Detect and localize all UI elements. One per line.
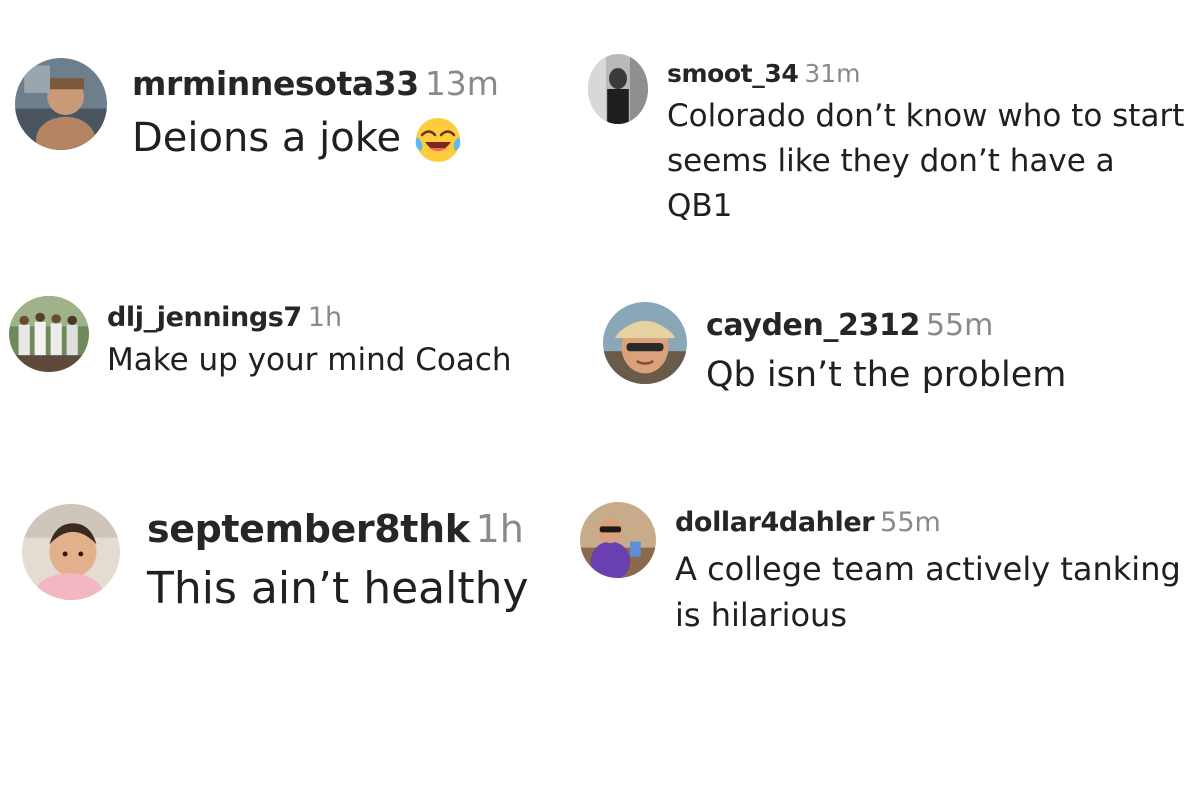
timestamp: 55m <box>880 507 941 538</box>
comment-text: This ain’t healthy <box>147 562 529 614</box>
comment-text: A college team actively tanking is hilar… <box>675 550 1181 635</box>
username[interactable]: cayden_2312 <box>706 308 920 343</box>
username[interactable]: dollar4dahler <box>675 507 875 538</box>
avatar-photo <box>603 302 687 384</box>
avatar[interactable] <box>580 502 656 578</box>
avatar[interactable] <box>15 58 107 150</box>
face-with-tears-of-joy-icon <box>413 115 463 165</box>
avatar-photo <box>588 54 648 124</box>
username[interactable]: mrminnesota33 <box>132 64 419 103</box>
avatar-photo <box>22 504 120 600</box>
timestamp: 31m <box>804 59 861 88</box>
username[interactable]: smoot_34 <box>667 59 799 88</box>
avatar[interactable] <box>588 54 648 124</box>
avatar-photo <box>9 296 89 372</box>
avatar-photo <box>15 58 107 150</box>
avatar[interactable] <box>603 302 687 384</box>
timestamp: 1h <box>307 302 343 333</box>
timestamp: 1h <box>475 507 524 551</box>
timestamp: 55m <box>925 308 994 343</box>
avatar[interactable] <box>9 296 89 372</box>
comment-text: Deions a joke <box>132 115 499 165</box>
comment-text: Qb isn’t the problem <box>706 354 1067 395</box>
comment-text: Make up your mind Coach <box>107 342 512 379</box>
avatar[interactable] <box>22 504 120 600</box>
username[interactable]: dlj_jennings7 <box>107 302 302 333</box>
username[interactable]: september8thk <box>147 507 470 551</box>
timestamp: 13m <box>424 64 499 103</box>
avatar-photo <box>580 502 656 578</box>
comment-text: Colorado don’t know who to start seems l… <box>667 98 1185 224</box>
